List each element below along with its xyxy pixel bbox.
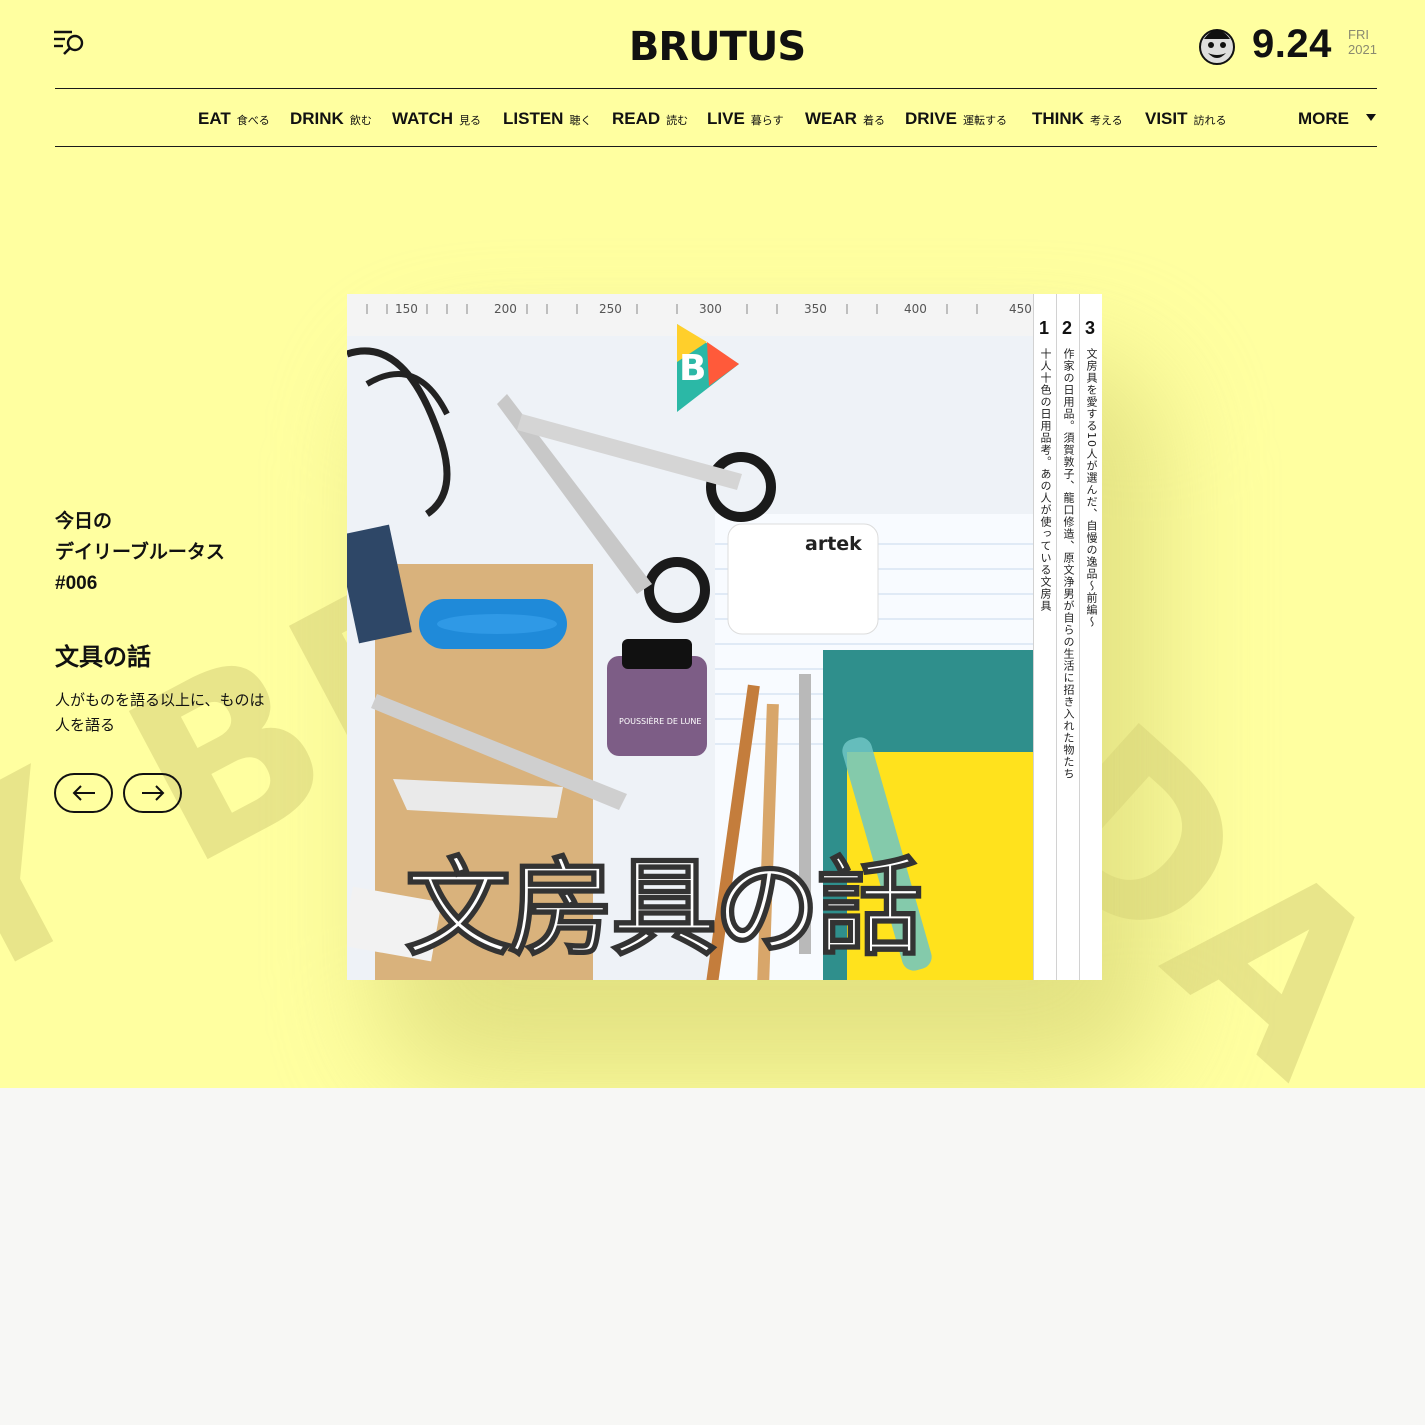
b-logo-mark: B — [679, 348, 706, 389]
nav-label-en: EAT — [198, 109, 231, 128]
logo-text: BRUTUS — [629, 24, 805, 68]
nav-label-jp: 見る — [459, 115, 482, 127]
nav-item-eat[interactable]: EAT 食べる — [198, 109, 270, 129]
arrow-left-icon — [72, 785, 95, 801]
cover-brand-label: artek — [805, 533, 862, 555]
nav-item-watch[interactable]: WATCH 見る — [392, 109, 481, 129]
date-weekday: FRI — [1348, 27, 1369, 42]
nav-label-jp: 暮らす — [750, 115, 784, 127]
story-description-line1: 人がものを語る以上に、ものは — [55, 692, 265, 709]
spine-text: 作家の日用品。須賀敦子、龍口修造、原文浄男が自らの生活に招き入れた物たち — [1062, 348, 1075, 780]
nav-label-en: WEAR — [805, 109, 857, 128]
ruler-number: 350 — [804, 302, 827, 316]
story-description-line2: 人を語る — [55, 717, 116, 734]
spine-3: 3 文房具を愛する10人が選んだ、自慢の逸品～前編～ — [1079, 294, 1102, 980]
nav-label-en: WATCH — [392, 109, 454, 128]
spine-number: 1 — [1039, 318, 1050, 338]
ruler-number: 150 — [395, 302, 418, 316]
magazine-cover[interactable]: 150 200 250 300 350 400 450 artek POUSSI… — [347, 294, 1102, 980]
issue-label-line1: 今日の — [55, 511, 113, 532]
nav-item-live[interactable]: LIVE 暮らす — [707, 109, 784, 129]
story-title[interactable]: 文具の話 — [55, 637, 315, 672]
nav-label-jp: 考える — [1089, 115, 1123, 127]
nav-item-think[interactable]: THINK 考える — [1032, 109, 1123, 129]
category-nav: EAT 食べる DRINK 飲む WATCH 見る LISTEN 聴く READ 読む L… — [0, 89, 1425, 146]
magazine-spines: 1 十人十色の日用品考。あの人が使っている文房具 2 作家の日用品。須賀敦子、龍… — [1033, 294, 1102, 980]
nav-label-jp: 運転する — [962, 115, 1007, 127]
nav-label-jp: 食べる — [236, 115, 270, 127]
next-button[interactable] — [123, 773, 182, 813]
chevron-down-icon[interactable] — [1366, 114, 1376, 121]
brutus-logo[interactable]: BRUTUS — [622, 22, 812, 68]
nav-more-button[interactable]: MORE — [1298, 109, 1349, 129]
ruler-number: 200 — [494, 302, 517, 316]
issue-number: #006 — [55, 573, 98, 594]
nav-item-visit[interactable]: VISIT 訪れる — [1145, 109, 1227, 129]
menu-search-icon[interactable] — [52, 28, 88, 58]
spine-number: 2 — [1062, 318, 1073, 338]
nav-label-en: THINK — [1032, 109, 1084, 128]
nav-label-en: DRINK — [290, 109, 344, 128]
spine-1: 1 十人十色の日用品考。あの人が使っている文房具 — [1033, 294, 1056, 980]
nav-item-wear[interactable]: WEAR 着る — [805, 109, 885, 129]
hero-section: Y BR DA BRUTUS 9.24 FRI 2021 EAT 食べる DRI… — [0, 0, 1425, 1088]
site-header: BRUTUS 9.24 FRI 2021 — [0, 0, 1425, 88]
ruler-number: 250 — [599, 302, 622, 316]
previous-button[interactable] — [54, 773, 113, 813]
nav-label-en: LISTEN — [503, 109, 564, 128]
nav-item-listen[interactable]: LISTEN 聴く — [503, 109, 591, 129]
spine-text: 十人十色の日用品考。あの人が使っている文房具 — [1039, 348, 1052, 612]
nav-label-en: LIVE — [707, 109, 745, 128]
nav-label-jp: 聴く — [569, 115, 592, 127]
date-year: 2021 — [1348, 42, 1377, 57]
nav-item-drink[interactable]: DRINK 飲む — [290, 109, 372, 129]
nav-label-en: READ — [612, 109, 661, 128]
ruler-number: 400 — [904, 302, 927, 316]
arrow-right-icon — [141, 785, 164, 801]
ruler-number: 450 — [1009, 302, 1032, 316]
spine-2: 2 作家の日用品。須賀敦子、龍口修造、原文浄男が自らの生活に招き入れた物たち — [1056, 294, 1079, 980]
ruler-number: 300 — [699, 302, 722, 316]
mascot-icon — [1199, 29, 1235, 65]
nav-bottom-divider — [55, 146, 1377, 147]
story-description: 人がものを語る以上に、ものは 人を語る — [55, 688, 315, 738]
issue-label-line2: デイリーブルータス — [55, 542, 225, 563]
nav-label-jp: 着る — [862, 115, 885, 127]
nav-label-jp: 飲む — [349, 115, 372, 127]
date-display: 9.24 FRI 2021 — [1198, 20, 1383, 70]
ink-label: POUSSIÈRE DE LUNE — [619, 715, 701, 726]
cover-title: 文房具の話 — [404, 846, 924, 971]
nav-label-jp: 読む — [666, 115, 689, 127]
nav-item-drive[interactable]: DRIVE 運転する — [905, 109, 1007, 129]
nav-label-jp: 訪れる — [1193, 115, 1227, 127]
nav-label-en: DRIVE — [905, 109, 957, 128]
feature-info: 今日の デイリーブルータス #006 文具の話 人がものを語る以上に、ものは 人… — [55, 506, 315, 738]
nav-label-en: VISIT — [1145, 109, 1188, 128]
date-number: 9.24 — [1252, 22, 1332, 66]
nav-item-read[interactable]: READ 読む — [612, 109, 688, 129]
spine-number: 3 — [1085, 318, 1096, 338]
content-area — [0, 1088, 1425, 1425]
spine-text: 文房具を愛する10人が選んだ、自慢の逸品～前編～ — [1085, 348, 1098, 628]
